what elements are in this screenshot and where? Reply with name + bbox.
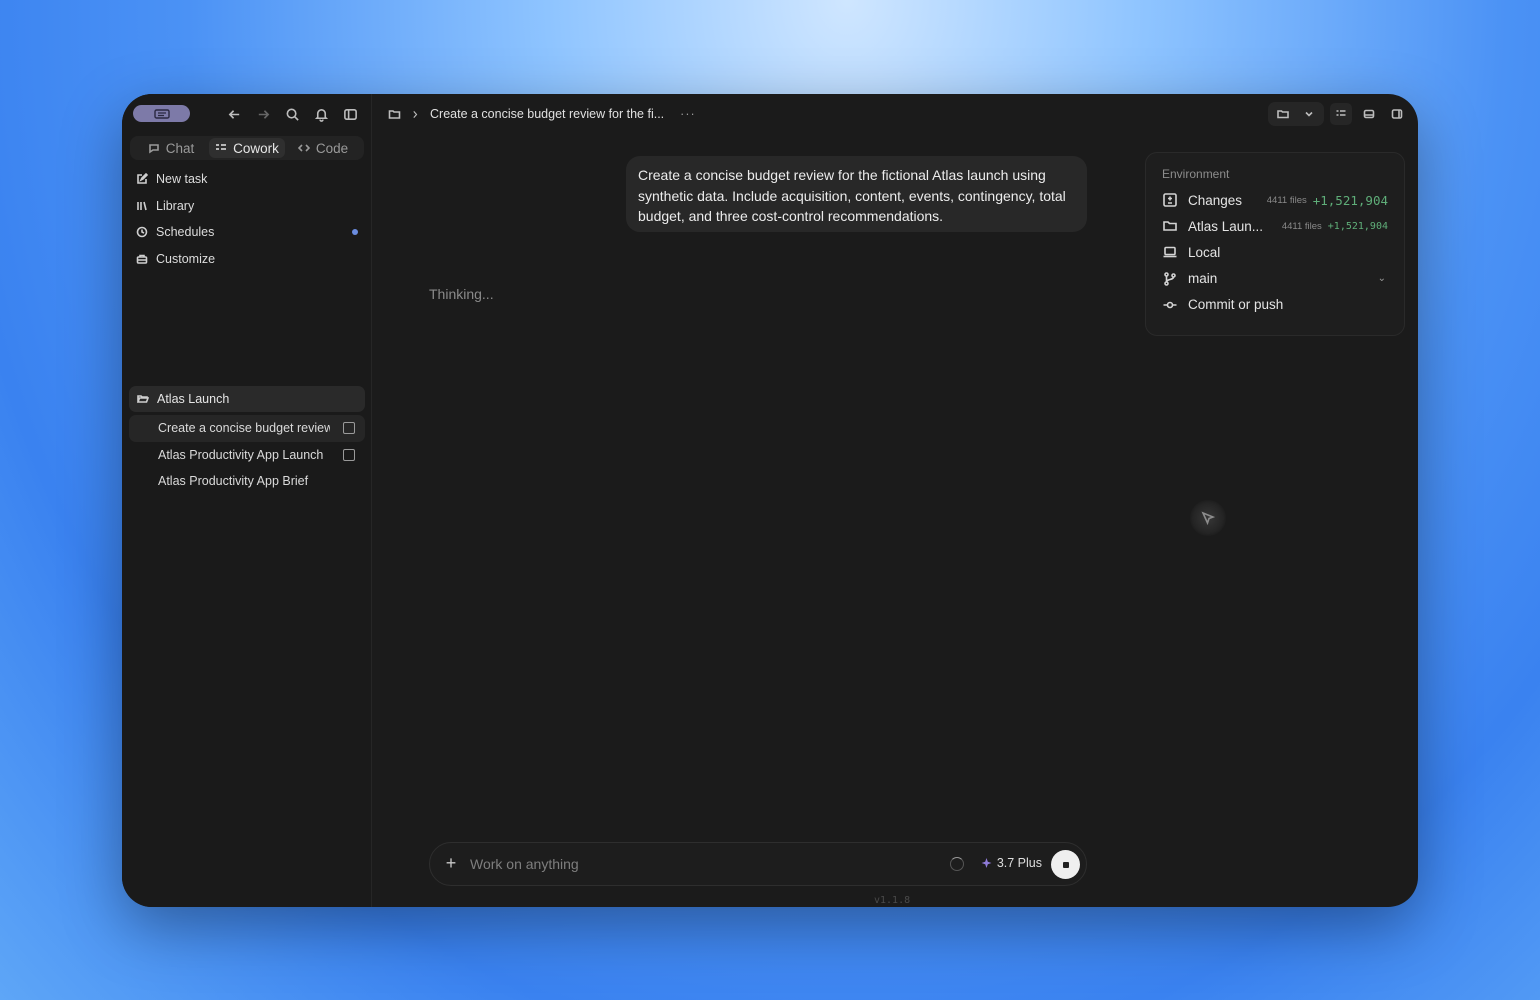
tab-cowork[interactable]: Cowork xyxy=(209,138,285,158)
chat-icon xyxy=(148,144,159,154)
commit-icon xyxy=(1163,301,1177,309)
folder-icon[interactable] xyxy=(1272,103,1294,125)
sidebar-item-new-task[interactable]: New task xyxy=(130,166,364,193)
tab-chat[interactable]: Chat xyxy=(133,138,209,158)
project-atlas-launch[interactable]: Atlas Launch xyxy=(129,386,365,412)
env-row-label: Commit or push xyxy=(1188,297,1284,313)
panel-icon[interactable] xyxy=(1358,103,1380,125)
sidebar-item-label: Customize xyxy=(156,251,216,266)
env-row-label: Changes xyxy=(1188,192,1243,208)
file-count: 4411 files xyxy=(1281,220,1322,232)
bell-icon[interactable] xyxy=(311,104,331,124)
code-icon xyxy=(297,144,310,152)
task-label: Atlas Productivity App Launch xyxy=(158,447,324,462)
env-row-changes[interactable]: Changes 4411 files +1,521,904 xyxy=(1162,187,1388,213)
sidebar-topnav xyxy=(122,104,372,124)
task-item[interactable]: Create a concise budget review for the f… xyxy=(129,415,365,442)
tab-cowork-label: Cowork xyxy=(233,140,279,156)
line-delta: +1,521,904 xyxy=(1312,192,1388,208)
env-row-meta: 4411 files +1,521,904 xyxy=(1267,193,1388,208)
environment-title: Environment xyxy=(1162,167,1230,181)
env-row-local[interactable]: Local xyxy=(1162,239,1388,265)
cursor-pointer-icon xyxy=(1190,500,1226,536)
sidebar-item-label: New task xyxy=(156,172,208,187)
version-label: v1.1.8 xyxy=(874,895,911,906)
sidebar-toggle-icon[interactable] xyxy=(340,104,360,124)
composer: + Work on anything 3.7 Plus xyxy=(429,842,1087,886)
sidebar-item-library[interactable]: Library xyxy=(130,193,364,220)
window-icon xyxy=(153,108,170,119)
main-panel: Create a concise budget review for the f… xyxy=(372,94,1418,907)
env-row-branch[interactable]: main ⌄ xyxy=(1162,266,1388,292)
task-label: Atlas Productivity App Brief xyxy=(158,474,309,489)
breadcrumb: Create a concise budget review for the f… xyxy=(388,104,696,124)
page-title: Create a concise budget review for the f… xyxy=(430,107,665,121)
app-window: Chat Cowork Code New task Library Schedu… xyxy=(122,94,1418,907)
task-checkbox[interactable] xyxy=(343,422,355,435)
library-icon xyxy=(137,201,147,210)
chevron-right-icon xyxy=(413,110,418,118)
search-icon[interactable] xyxy=(282,104,302,124)
user-message: Create a concise budget review for the f… xyxy=(626,156,1087,232)
env-row-label: main xyxy=(1188,271,1218,287)
stop-icon xyxy=(1062,861,1069,868)
right-panel-icon[interactable] xyxy=(1386,103,1408,125)
sidebar-item-label: Schedules xyxy=(156,225,215,240)
tab-code[interactable]: Code xyxy=(285,138,361,158)
loading-spinner-icon xyxy=(950,857,964,871)
sidebar-item-customize[interactable]: Customize xyxy=(130,246,364,273)
edit-icon xyxy=(137,173,148,185)
environment-panel: Environment Changes 4411 files +1,521,90… xyxy=(1145,152,1405,336)
composer-input[interactable]: Work on anything xyxy=(470,856,579,872)
task-item[interactable]: Atlas Productivity App Brief xyxy=(129,468,365,495)
folder-dropdown[interactable] xyxy=(1268,102,1324,126)
clock-icon xyxy=(136,226,148,238)
tab-code-label: Code xyxy=(315,140,349,156)
env-row-commit[interactable]: Commit or push xyxy=(1162,292,1388,318)
project-label: Atlas Launch xyxy=(157,392,230,406)
task-list: Create a concise budget review for the f… xyxy=(129,415,365,495)
tasks-view-icon[interactable] xyxy=(1330,103,1352,125)
model-sparkle-icon xyxy=(981,857,992,868)
env-row-folder[interactable]: Atlas Laun... 4411 files +1,521,904 xyxy=(1162,213,1388,239)
file-count: 4411 files xyxy=(1266,194,1307,206)
model-selector[interactable]: 3.7 Plus xyxy=(980,856,1042,870)
briefcase-icon xyxy=(136,254,148,264)
env-row-meta: 4411 files +1,521,904 xyxy=(1282,221,1388,232)
cowork-icon xyxy=(216,144,227,150)
sidebar-nav: New task Library Schedules Customize xyxy=(130,166,364,272)
folder-icon xyxy=(1163,221,1177,232)
top-bar: Create a concise budget review for the f… xyxy=(372,102,1418,126)
sidebar-item-schedules[interactable]: Schedules xyxy=(130,219,364,246)
task-item[interactable]: Atlas Productivity App Launch xyxy=(129,442,365,469)
stop-button[interactable] xyxy=(1051,850,1080,879)
forward-icon[interactable] xyxy=(253,104,273,124)
mode-switcher: Chat Cowork Code xyxy=(130,136,364,160)
folder-icon[interactable] xyxy=(388,108,401,121)
chevron-down-icon[interactable] xyxy=(1298,103,1320,125)
branch-icon xyxy=(1164,271,1176,286)
line-delta: +1,521,904 xyxy=(1327,220,1388,232)
more-options-button[interactable]: ··· xyxy=(680,107,696,121)
app-switcher-button[interactable] xyxy=(133,105,190,122)
task-checkbox[interactable] xyxy=(343,448,355,461)
task-label: Create a concise budget review for the f… xyxy=(158,421,330,436)
sidebar-item-label: Library xyxy=(156,198,195,213)
diff-icon xyxy=(1163,193,1177,207)
toolbar xyxy=(1268,102,1408,126)
tab-chat-label: Chat xyxy=(165,140,195,156)
add-attachment-button[interactable]: + xyxy=(443,854,459,872)
back-icon[interactable] xyxy=(224,104,244,124)
model-label: 3.7 Plus xyxy=(996,856,1042,870)
sidebar: Chat Cowork Code New task Library Schedu… xyxy=(122,94,372,907)
folder-open-icon xyxy=(137,395,149,403)
laptop-icon xyxy=(1163,247,1177,258)
thinking-status: Thinking... xyxy=(429,286,494,302)
chevron-down-icon[interactable]: ⌄ xyxy=(1378,273,1386,284)
notification-dot xyxy=(352,229,358,236)
env-row-label: Local xyxy=(1188,244,1221,260)
env-row-label: Atlas Laun... xyxy=(1188,218,1264,234)
